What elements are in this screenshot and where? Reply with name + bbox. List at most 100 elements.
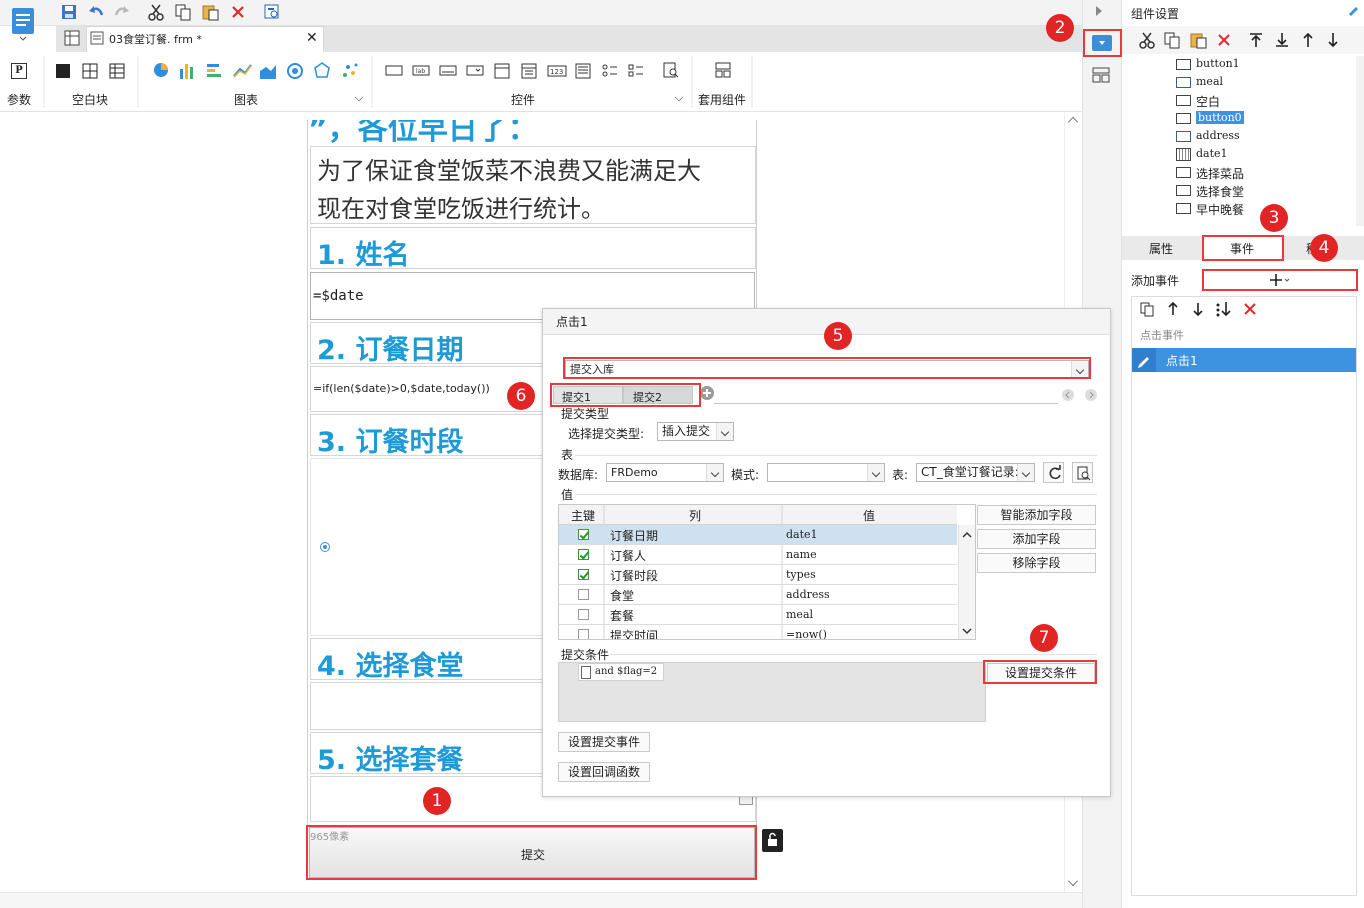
delete-icon[interactable] — [229, 3, 247, 21]
key-checkbox[interactable] — [578, 609, 589, 620]
add-subtab-icon[interactable] — [700, 386, 714, 400]
size-hint: 965像素 — [310, 832, 350, 843]
move-top-icon[interactable] — [1247, 31, 1265, 49]
annotation-badge-3: 3 — [1260, 204, 1288, 232]
heading-partial: ”，各位早日了： — [308, 120, 538, 147]
move-bottom-icon[interactable] — [1273, 31, 1291, 49]
copy-icon[interactable] — [174, 3, 192, 21]
table-row[interactable]: 订餐时段 types — [559, 565, 957, 585]
event-up-icon[interactable] — [1165, 301, 1181, 317]
add-field-button[interactable]: 添加字段 — [977, 529, 1096, 549]
submit-type-section: 提交类型 — [561, 407, 610, 421]
table-select[interactable]: CT_食堂订餐记录: — [916, 463, 1035, 482]
condition-node[interactable]: and $flag=2 — [578, 663, 664, 681]
submit-type-select[interactable]: 插入提交 — [657, 422, 734, 441]
db-select[interactable]: FRDemo — [606, 463, 724, 482]
preview-icon[interactable] — [263, 3, 281, 21]
move-up-icon[interactable] — [1299, 31, 1317, 49]
subtab-prev-icon[interactable] — [1062, 389, 1074, 401]
designer-window: 03食堂订餐. frm * ✕ P 参数 空白块 图表 lab 123 控件 套用… — [0, 0, 1364, 908]
rp-delete-icon[interactable] — [1215, 31, 1233, 49]
schema-select[interactable] — [767, 463, 885, 482]
combo-icon — [1176, 131, 1191, 142]
layout-icon[interactable] — [1092, 67, 1110, 83]
q1-title: 1. 姓名 — [317, 240, 410, 271]
button-icon — [1176, 59, 1191, 70]
rp-cut-icon[interactable] — [1138, 31, 1156, 49]
subtab-submit1[interactable]: 提交1 — [553, 386, 623, 404]
table-row[interactable]: 套餐 meal — [559, 605, 957, 625]
radio-icon[interactable] — [320, 542, 330, 552]
subtab-next-icon[interactable] — [1085, 389, 1097, 401]
add-event-label: 添加事件 — [1131, 274, 1180, 288]
add-event-button[interactable] — [1202, 270, 1356, 290]
rp-paste-icon[interactable] — [1189, 31, 1207, 49]
cut-icon[interactable] — [147, 3, 165, 21]
horizontal-scrollbar[interactable] — [0, 892, 1082, 908]
blank-icon — [1176, 167, 1191, 178]
event-item-click1[interactable]: 点击1 — [1132, 348, 1356, 372]
rp-copy-icon[interactable] — [1163, 31, 1181, 49]
refresh-icon[interactable] — [1043, 462, 1064, 483]
condition-section-line — [610, 654, 1097, 655]
edit-icon[interactable] — [1347, 4, 1359, 16]
condition-section: 提交条件 — [561, 648, 610, 662]
value-section-line — [575, 494, 1097, 495]
table-preview-icon[interactable] — [1072, 462, 1093, 483]
event-delete-icon[interactable] — [1242, 301, 1258, 317]
blank-icon — [1176, 95, 1191, 106]
table-row[interactable]: 食堂 address — [559, 585, 957, 605]
file-tab-label: 03食堂订餐. frm * — [109, 33, 202, 46]
q5-title: 5. 选择套餐 — [317, 745, 464, 776]
key-checkbox[interactable] — [578, 629, 589, 639]
grid-icon[interactable] — [64, 30, 80, 46]
subtab-submit2[interactable]: 提交2 — [623, 386, 693, 404]
table-section-line — [575, 455, 1097, 456]
save-icon[interactable] — [60, 3, 78, 21]
set-callback-button[interactable]: 设置回调函数 — [558, 762, 650, 782]
action-select[interactable]: 提交入库 — [565, 360, 1089, 378]
submit-button[interactable]: 965像素 提交 — [309, 827, 755, 878]
submit-type-label: 选择提交类型: — [568, 427, 645, 441]
event-copy-icon[interactable] — [1139, 301, 1155, 317]
key-checkbox[interactable] — [578, 549, 589, 560]
annotation-badge-1: 1 — [423, 787, 451, 815]
formula-value: =if(len($date)>0,$date,today()) — [313, 382, 490, 395]
annotation-badge-2: 2 — [1046, 14, 1074, 42]
event-down-icon[interactable] — [1190, 301, 1206, 317]
table-row[interactable]: 订餐日期 date1 — [559, 525, 957, 545]
table-scrollbar[interactable] — [958, 525, 975, 639]
widget-settings-icon[interactable] — [1092, 35, 1112, 51]
lock-icon[interactable] — [762, 829, 783, 852]
app-menu-icon[interactable] — [9, 6, 37, 42]
tab-events[interactable]: 事件 — [1203, 236, 1283, 260]
undo-icon[interactable] — [87, 3, 105, 21]
value-section: 值 — [561, 488, 574, 502]
table-section: 表 — [561, 448, 574, 462]
event-sort-icon[interactable] — [1215, 301, 1233, 317]
date-field-value: =$date — [313, 288, 364, 304]
set-condition-button[interactable]: 设置提交条件 — [987, 663, 1095, 683]
blank-icon — [1176, 185, 1191, 196]
move-down-icon[interactable] — [1324, 31, 1342, 49]
remove-field-button[interactable]: 移除字段 — [977, 553, 1096, 573]
chevron-down-icon — [867, 464, 884, 481]
key-checkbox[interactable] — [578, 569, 589, 580]
document-icon — [581, 666, 591, 679]
key-checkbox[interactable] — [578, 589, 589, 600]
close-tab-icon[interactable]: ✕ — [306, 31, 318, 45]
smart-add-field-button[interactable]: 智能添加字段 — [977, 505, 1096, 525]
key-checkbox[interactable] — [578, 529, 589, 540]
table-row[interactable]: 提交时间 =now() — [559, 625, 957, 639]
paste-icon[interactable] — [201, 3, 219, 21]
file-icon — [90, 31, 104, 45]
set-submit-event-button[interactable]: 设置提交事件 — [558, 732, 650, 752]
tab-properties[interactable]: 属性 — [1149, 240, 1173, 257]
redo-icon[interactable] — [113, 3, 131, 21]
table-row[interactable]: 订餐人 name — [559, 545, 957, 565]
q1-block: 1. 姓名 — [310, 227, 756, 271]
tree-scrollbar[interactable] — [1356, 56, 1364, 226]
chevron-down-icon — [706, 464, 723, 481]
intro-line-2: 现在对食堂吃饭进行统计。 — [317, 195, 605, 223]
collapse-arrow-icon[interactable] — [1096, 6, 1102, 16]
